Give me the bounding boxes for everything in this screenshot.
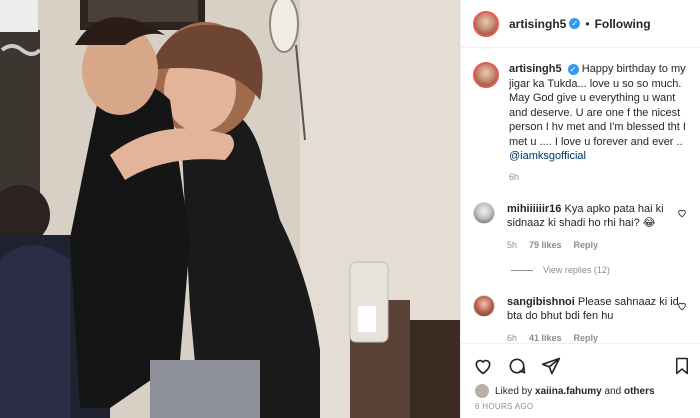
- view-replies-button[interactable]: View replies (12): [511, 265, 610, 275]
- comment-text-container: sangibishnoi Please sahnaaz ki id bta do…: [507, 295, 679, 323]
- view-replies-label: View replies (12): [543, 265, 610, 275]
- comment-item: mihiiiiiir16 Kya apko pata hai ki sidnaa…: [473, 202, 695, 250]
- action-bar: Liked by xaiina.fahumy and others 6 HOUR…: [461, 343, 700, 418]
- comment-avatar[interactable]: [473, 295, 495, 317]
- following-button[interactable]: Following: [595, 17, 651, 31]
- comment-icon[interactable]: [507, 356, 527, 376]
- comment-username[interactable]: sangibishnoi: [507, 296, 575, 308]
- comment-username[interactable]: mihiiiiiir16: [507, 203, 561, 215]
- caption: artisingh5 ✓ Happy birthday to my jigar …: [473, 62, 695, 182]
- verified-badge-icon: ✓: [567, 63, 579, 75]
- author-username[interactable]: artisingh5: [509, 17, 566, 31]
- comment-text-container: mihiiiiiir16 Kya apko pata hai ki sidnaa…: [507, 202, 679, 230]
- caption-author-avatar[interactable]: [473, 62, 499, 88]
- bookmark-icon[interactable]: [673, 356, 691, 376]
- share-icon[interactable]: [541, 356, 561, 376]
- liker-avatar[interactable]: [475, 384, 489, 398]
- comment-likes[interactable]: 79 likes: [529, 240, 562, 250]
- post-photo[interactable]: [0, 0, 460, 418]
- heart-icon[interactable]: [473, 356, 493, 376]
- comment-avatar[interactable]: [473, 202, 495, 224]
- caption-mention-link[interactable]: @iamksgofficial: [509, 150, 586, 162]
- verified-badge-icon: ✓: [569, 18, 581, 29]
- post-side-panel: artisingh5 ✓ • Following artisingh5 ✓ Ha…: [460, 0, 700, 418]
- view-replies-line: [511, 269, 533, 271]
- header-separator: •: [585, 16, 590, 31]
- comment-reply-button[interactable]: Reply: [574, 333, 599, 343]
- comment-time[interactable]: 5h: [507, 240, 517, 250]
- likes-conj: and: [604, 385, 622, 397]
- post-header: artisingh5 ✓ • Following: [461, 0, 700, 48]
- comment-reply-button[interactable]: Reply: [574, 240, 599, 250]
- comment-likes[interactable]: 41 likes: [529, 333, 562, 343]
- post-timestamp[interactable]: 6 HOURS AGO: [475, 402, 533, 411]
- comment-like-heart-icon[interactable]: [677, 208, 687, 218]
- likes-prefix: Liked by: [495, 385, 533, 397]
- photo-illustration: [0, 0, 460, 418]
- caption-body: Happy birthday to my jigar ka Tukda... l…: [509, 63, 686, 148]
- caption-author[interactable]: artisingh5: [509, 63, 562, 75]
- comment-item: sangibishnoi Please sahnaaz ki id bta do…: [473, 295, 695, 343]
- likes-others-link[interactable]: others: [624, 386, 655, 397]
- liker-username[interactable]: xaiina.fahumy: [535, 386, 602, 397]
- caption-time[interactable]: 6h: [509, 172, 695, 182]
- comment-like-heart-icon[interactable]: [677, 301, 687, 311]
- comment-time[interactable]: 6h: [507, 333, 517, 343]
- author-avatar[interactable]: [473, 10, 499, 37]
- caption-text-container: artisingh5 ✓ Happy birthday to my jigar …: [509, 62, 689, 164]
- likes-summary: Liked by xaiina.fahumy and others: [475, 384, 655, 398]
